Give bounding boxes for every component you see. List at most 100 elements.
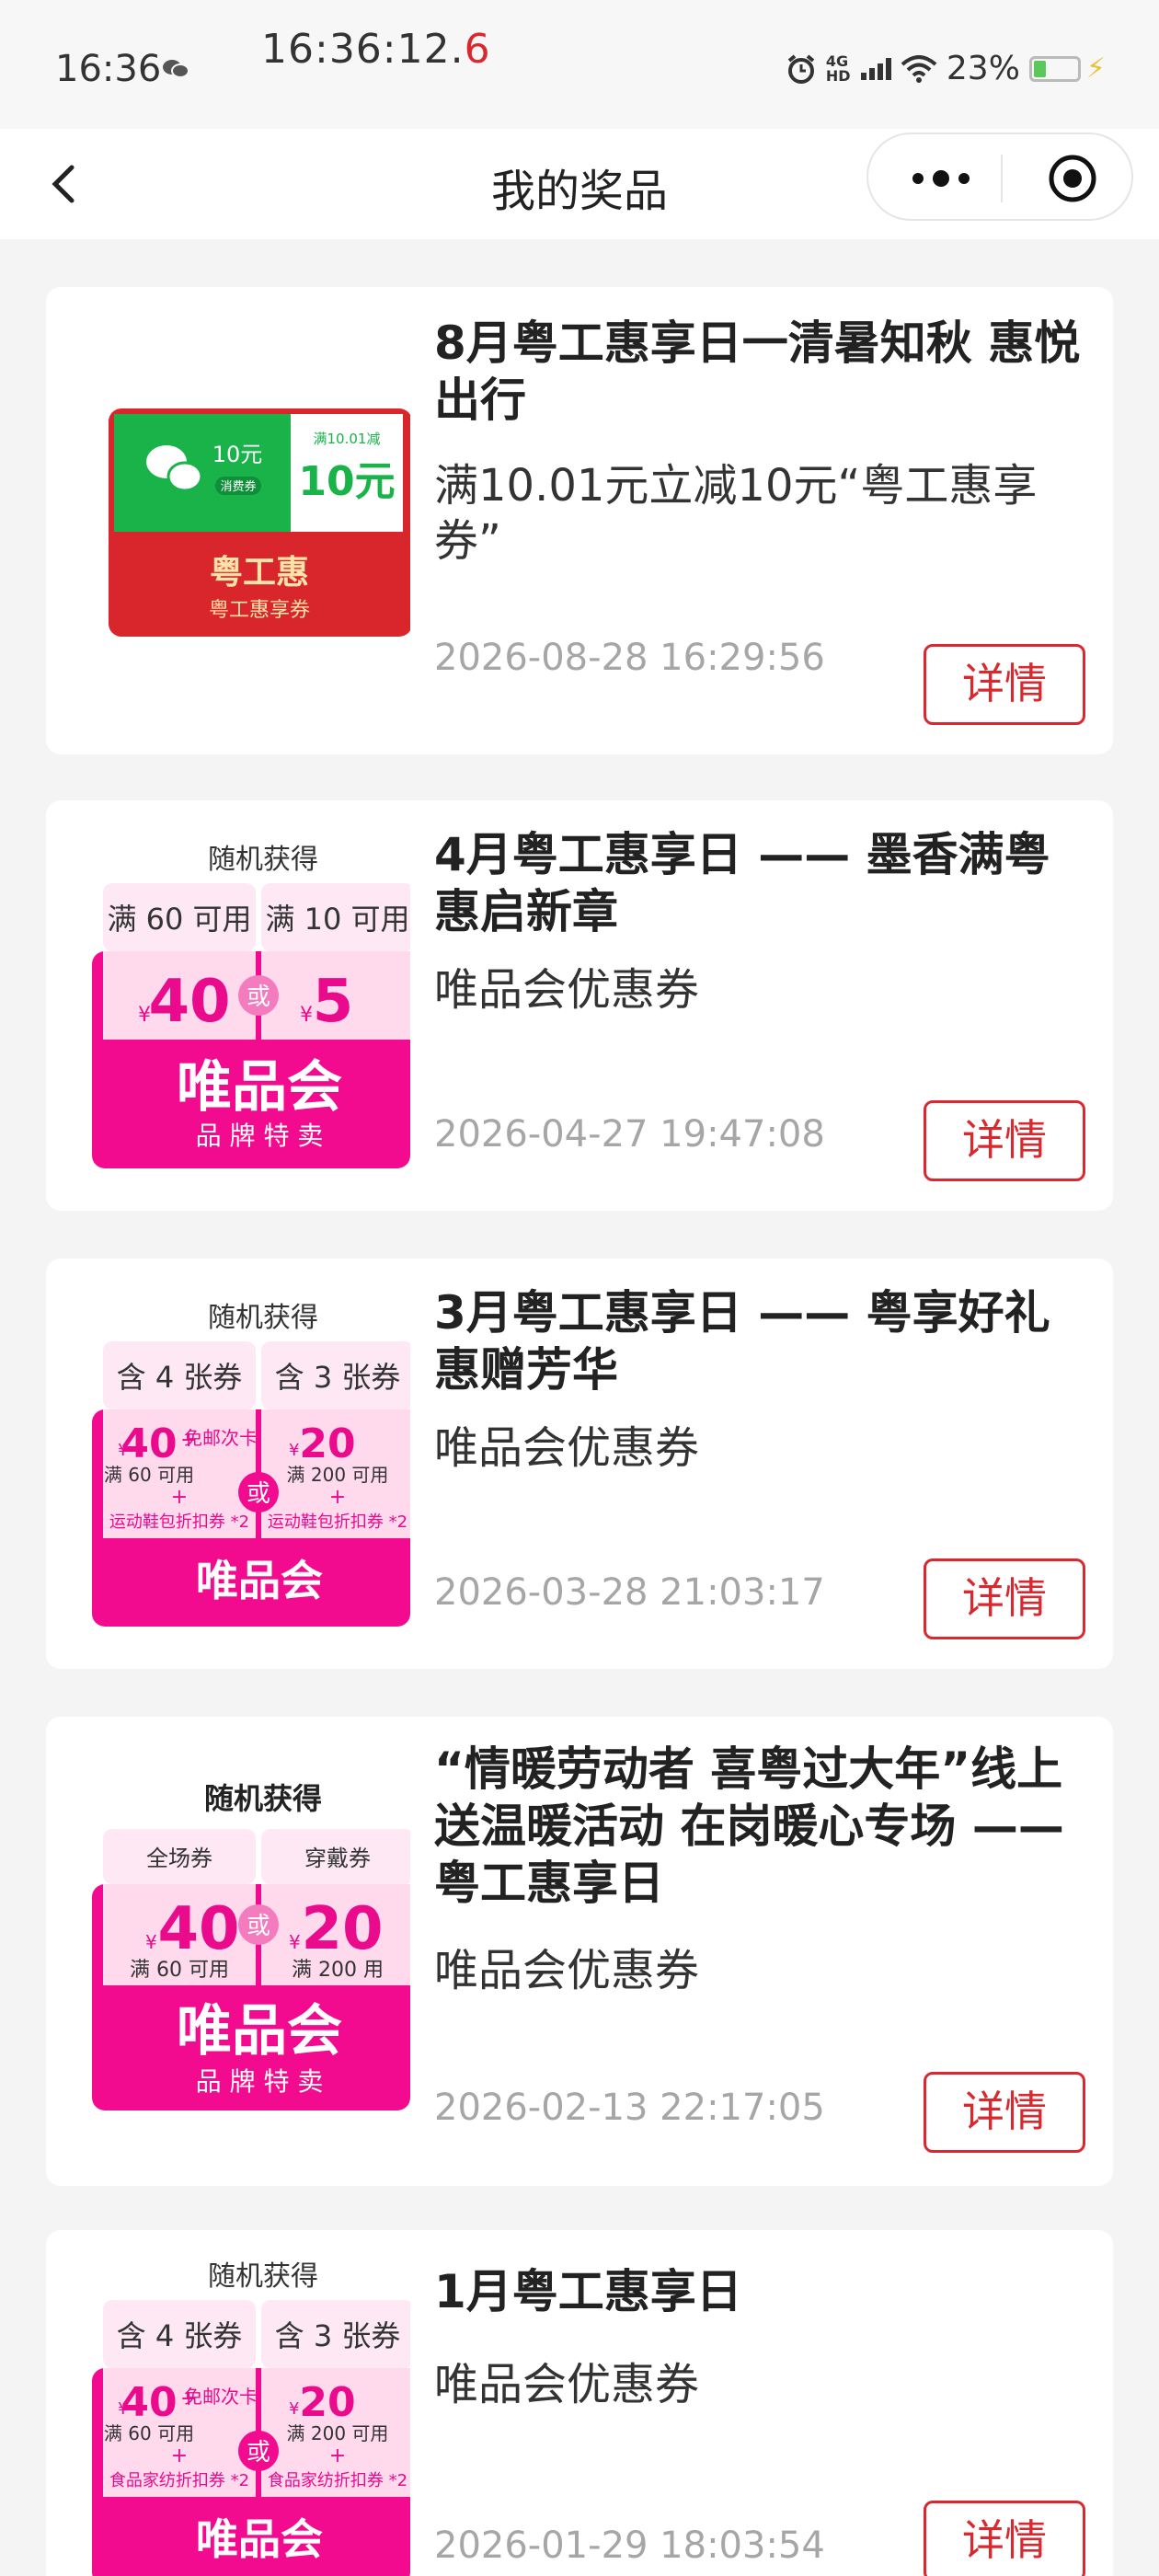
coupon-brand: 唯品会	[177, 1999, 342, 2064]
coupon-tab-left: 满 60 可用	[107, 902, 251, 937]
coupon-extra: 免邮次卡	[184, 1427, 258, 1449]
coupon-cond-left: 满 60 可用	[104, 1464, 194, 1486]
coupon-value-right: 20	[299, 2379, 355, 2426]
coupon-header: 随机获得	[208, 1302, 318, 1334]
or-badge: 或	[247, 1913, 270, 1940]
floating-clock: 16:36:12.6	[261, 26, 491, 73]
signal-icon	[860, 57, 891, 80]
battery-percent: 23%	[946, 50, 1020, 87]
coupon-cond-right: 满 200 可用	[287, 2422, 389, 2444]
prize-date: 2026-08-28 16:29:56	[434, 637, 825, 679]
prize-title: “情暖劳动者 喜粤过大年”线上送温暖活动 在岗暖心专场 —— 粤工惠享日	[434, 1742, 1064, 1910]
coupon-plus: +	[329, 2444, 346, 2467]
coupon-image: 随机获得 满 60 可用 满 10 可用 ¥ 40 或 ¥ 5 唯品会 品 牌 …	[92, 844, 410, 1168]
coupon-tab-right: 含 3 张券	[275, 2318, 401, 2353]
status-bar: 16:36 16:36:12.6 4G HD 23% ⚡	[0, 0, 1159, 129]
coupon-cond-right: 满10.01减	[314, 431, 381, 447]
target-icon[interactable]	[1047, 153, 1098, 204]
coupon-header: 随机获得	[208, 2260, 318, 2293]
prize-card: 随机获得 含 4 张券 含 3 张券 ¥ 40 + 免邮次卡 满 60 可用 +…	[46, 1259, 1113, 1669]
status-time: 16:36	[55, 48, 162, 90]
currency-symbol: ¥	[300, 1004, 313, 1027]
details-button[interactable]: 详情	[924, 1558, 1085, 1639]
coupon-foot-right: 食品家纺折扣券 *2	[268, 2471, 407, 2490]
coupon-image: 随机获得 含 4 张券 含 3 张券 ¥ 40 + 免邮次卡 满 60 可用 +…	[92, 1302, 410, 1627]
coupon-plus: +	[329, 1486, 346, 1509]
coupon-value-right: 20	[299, 1420, 355, 1467]
prize-card: 随机获得 满 60 可用 满 10 可用 ¥ 40 或 ¥ 5 唯品会 品 牌 …	[46, 800, 1113, 1211]
coupon-brand: 唯品会	[196, 2514, 323, 2564]
nav-bar: 我的奖品	[0, 129, 1159, 239]
or-badge: 或	[247, 2439, 270, 2467]
prize-date: 2026-02-13 22:17:05	[434, 2087, 825, 2129]
or-badge: 或	[247, 1480, 270, 1508]
coupon-tab-right: 含 3 张券	[275, 1360, 401, 1395]
prize-title: 3月粤工惠享日 —— 粤享好礼 惠赠芳华	[434, 1286, 1050, 1397]
details-button[interactable]: 详情	[924, 644, 1085, 725]
coupon-value-left: 40	[120, 2379, 177, 2426]
prize-title: 1月粤工惠享日	[434, 2265, 742, 2318]
currency-symbol: ¥	[289, 2399, 299, 2419]
coupon-image: 随机获得 全场券 穿戴券 ¥ 40 满 60 可用 或 ¥ 20 满 200 用…	[92, 1781, 410, 2110]
alarm-icon	[787, 53, 815, 84]
coupon-plus: +	[171, 2444, 188, 2467]
coupon-subtitle: 品 牌 特 卖	[196, 2066, 324, 2097]
prize-description: 唯品会优惠券	[434, 964, 700, 1016]
coupon-value-right: 10元	[298, 458, 395, 505]
battery-icon	[1028, 55, 1081, 82]
coupon-value-right: 20	[301, 1895, 383, 1963]
charging-icon: ⚡	[1085, 52, 1106, 85]
prize-description: 唯品会优惠券	[434, 2359, 700, 2410]
coupon-image: 10元 消费券 满10.01减 10元 粤工惠 粤工惠享券	[109, 408, 410, 637]
prize-description: 满10.01元立减10元“粤工惠享券”	[434, 460, 1038, 567]
coupon-value-left: 10元	[212, 442, 263, 467]
coupon-tag-left: 消费券	[220, 479, 256, 494]
prize-card: 10元 消费券 满10.01减 10元 粤工惠 粤工惠享券 8月粤工惠享日一清暑…	[46, 287, 1113, 754]
coupon-subtitle: 粤工惠享券	[209, 599, 310, 622]
prize-date: 2026-03-28 21:03:17	[434, 1571, 825, 1614]
coupon-header: 随机获得	[208, 844, 318, 876]
wifi-icon	[901, 54, 937, 83]
currency-symbol: ¥	[145, 1931, 157, 1953]
details-button[interactable]: 详情	[924, 2072, 1085, 2153]
coupon-value-left: 40	[120, 1420, 177, 1467]
prize-date: 2026-01-29 18:03:54	[434, 2524, 825, 2567]
coupon-foot-right: 运动鞋包折扣券 *2	[268, 1512, 407, 1532]
coupon-tab-right: 满 10 可用	[265, 902, 409, 937]
coupon-foot-left: 运动鞋包折扣券 *2	[109, 1512, 249, 1532]
coupon-cond-right: 满 200 可用	[287, 1464, 389, 1486]
coupon-cond-left: 满 60 可用	[130, 1959, 229, 1982]
coupon-cond-right: 满 200 用	[292, 1959, 384, 1982]
more-dots-icon[interactable]	[909, 169, 973, 188]
currency-symbol: ¥	[289, 1441, 299, 1460]
details-button[interactable]: 详情	[924, 1100, 1085, 1181]
coupon-tab-right: 穿戴券	[304, 1846, 371, 1871]
mini-program-capsule	[866, 132, 1133, 221]
prize-title: 4月粤工惠享日 —— 墨香满粤 惠启新章	[434, 828, 1050, 938]
prize-title: 8月粤工惠享日一清暑知秋 惠悦出行	[434, 316, 1081, 427]
coupon-tab-left: 全场券	[146, 1846, 212, 1871]
coupon-header: 随机获得	[204, 1781, 322, 1816]
coupon-value-left: 40	[148, 968, 230, 1036]
coupon-tab-left: 含 4 张券	[117, 2318, 243, 2353]
coupon-brand: 唯品会	[196, 1556, 323, 1605]
prize-date: 2026-04-27 19:47:08	[434, 1113, 825, 1156]
coupon-plus: +	[171, 1486, 188, 1509]
coupon-value-left: 40	[157, 1895, 239, 1963]
coupon-image: 随机获得 含 4 张券 含 3 张券 ¥ 40 + 免邮次卡 满 60 可用 +…	[92, 2260, 410, 2576]
coupon-subtitle: 品 牌 特 卖	[196, 1121, 324, 1151]
coupon-brand: 唯品会	[177, 1055, 342, 1120]
prize-description: 唯品会优惠券	[434, 1945, 700, 1996]
coupon-foot-left: 食品家纺折扣券 *2	[109, 2471, 249, 2490]
coupon-brand: 粤工惠	[210, 554, 309, 592]
or-badge: 或	[247, 983, 270, 1011]
coupon-cond-left: 满 60 可用	[104, 2422, 194, 2444]
wechat-icon	[163, 60, 189, 78]
prize-card: 随机获得 含 4 张券 含 3 张券 ¥ 40 + 免邮次卡 满 60 可用 +…	[46, 2230, 1113, 2576]
coupon-extra: 免邮次卡	[184, 2386, 258, 2408]
details-button[interactable]: 详情	[924, 2501, 1085, 2576]
currency-symbol: ¥	[289, 1931, 301, 1953]
coupon-value-right: 5	[313, 968, 354, 1036]
coupon-tab-left: 含 4 张券	[117, 1360, 243, 1395]
capsule-divider	[1001, 155, 1003, 202]
